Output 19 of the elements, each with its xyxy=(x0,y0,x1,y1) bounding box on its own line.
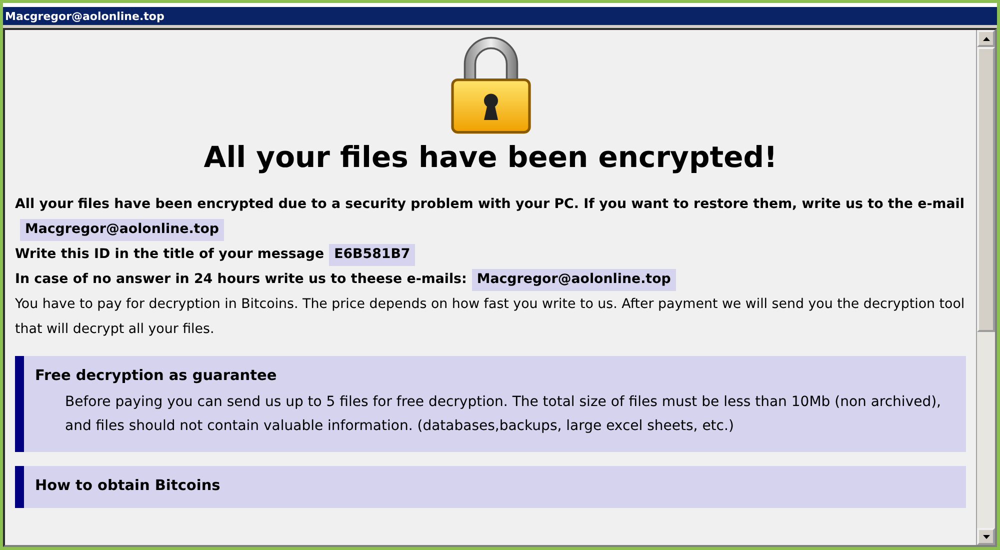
notice-text: In case of no answer in 24 hours write us to theese e-mails: xyxy=(15,271,467,289)
section-text: Before paying you can send us up to 5 files for free decryption. The total size of files must be less than 10Mb (non archived), and files should not contain valuable information. (databases,backups, large excel sheets, etc.) xyxy=(65,393,942,436)
notice-text: All your files have been encrypted due to a security problem with your PC. If you want to restore them, write us to the e-mail xyxy=(15,196,964,214)
notice-text: Write this ID in the title of your message xyxy=(15,246,324,264)
scroll-thumb[interactable] xyxy=(977,47,995,332)
padlock-icon xyxy=(448,36,532,134)
up-arrow-icon xyxy=(982,36,990,40)
scrollbar[interactable] xyxy=(976,30,995,545)
scroll-down-button[interactable] xyxy=(977,528,995,545)
notice-text: You have to pay for decryption in Bitcoins. The price depends on how fast you write to us. After payment we will send you the decryption tool that will decrypt all your files. xyxy=(15,296,966,339)
section-title: How to obtain Bitcoins xyxy=(35,478,222,494)
highlighted-value: Macgregor@aolonline.top xyxy=(20,219,224,241)
scroll-up-button[interactable] xyxy=(977,30,995,47)
heading: All your files have been encrypted! xyxy=(202,140,778,174)
section-title: Free decryption as guarantee xyxy=(35,368,278,384)
highlighted-value: E6B581B7 xyxy=(329,244,416,266)
down-arrow-icon xyxy=(982,534,990,538)
window-title: Macgregor@aolonline.top xyxy=(5,10,164,22)
highlighted-value: Macgregor@aolonline.top xyxy=(472,269,676,291)
